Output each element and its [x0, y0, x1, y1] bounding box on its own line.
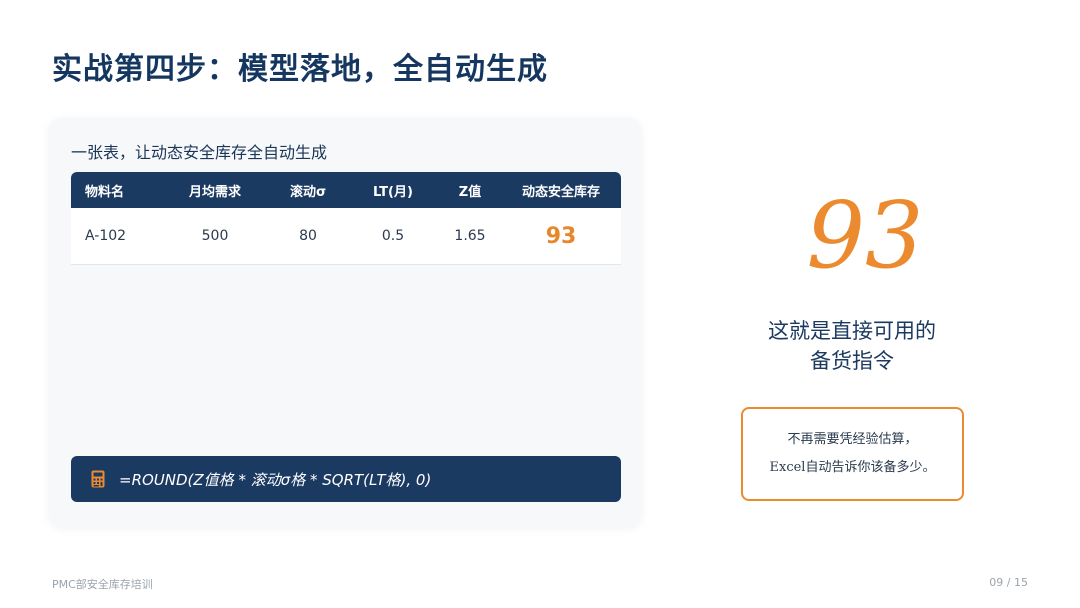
data-card: 一张表，让动态安全库存全自动生成 物料名 月均需求 滚动σ LT(月) Z值 动… [49, 118, 641, 526]
note-box: 不再需要凭经验估算， Excel自动告诉你该备多少。 [741, 407, 964, 501]
note-line1: 不再需要凭经验估算， [787, 432, 918, 447]
formula-bar: =ROUND(Z值格 * 滚动σ格 * SQRT(LT格), 0) [71, 456, 621, 502]
cell-dynamic-safety-stock: 93 [545, 223, 577, 249]
header-monthly-demand: 月均需求 [188, 184, 241, 200]
cell-monthly-demand: 500 [201, 228, 229, 244]
header-lead-time: LT(月) [373, 184, 413, 200]
cell-rolling-sigma: 80 [299, 228, 317, 244]
formula-text: =ROUND(Z值格 * 滚动σ格 * SQRT(LT格), 0) [119, 470, 432, 489]
note-line2: Excel自动告诉你该备多少。 [769, 460, 936, 475]
cell-material-name: A-102 [85, 228, 127, 244]
table-row: A-102 500 80 0.5 1.65 93 [71, 208, 621, 265]
result-caption-line1: 这就是直接可用的 [768, 319, 936, 343]
slide-title: 实战第四步：模型落地，全自动生成 [52, 52, 548, 87]
card-subtitle: 一张表，让动态安全库存全自动生成 [71, 143, 328, 162]
result-caption: 这就是直接可用的 备货指令 [752, 316, 952, 376]
footer-course-name: PMC部安全库存培训 [52, 578, 153, 591]
cell-z-value: 1.65 [454, 228, 486, 244]
table-header-row: 物料名 月均需求 滚动σ LT(月) Z值 动态安全库存 [71, 172, 621, 208]
header-rolling-sigma: 滚动σ [289, 184, 327, 200]
footer-page-number: 09 / 15 [989, 576, 1028, 589]
result-caption-line2: 备货指令 [810, 349, 894, 373]
header-dynamic-safety-stock: 动态安全库存 [521, 184, 600, 200]
safety-stock-table: 物料名 月均需求 滚动σ LT(月) Z值 动态安全库存 A-102 500 8… [71, 172, 621, 265]
header-material-name: 物料名 [85, 184, 125, 200]
calculator-icon [91, 470, 105, 488]
result-number: 93 [806, 182, 924, 289]
header-z-value: Z值 [458, 184, 482, 200]
cell-lead-time: 0.5 [381, 228, 405, 244]
